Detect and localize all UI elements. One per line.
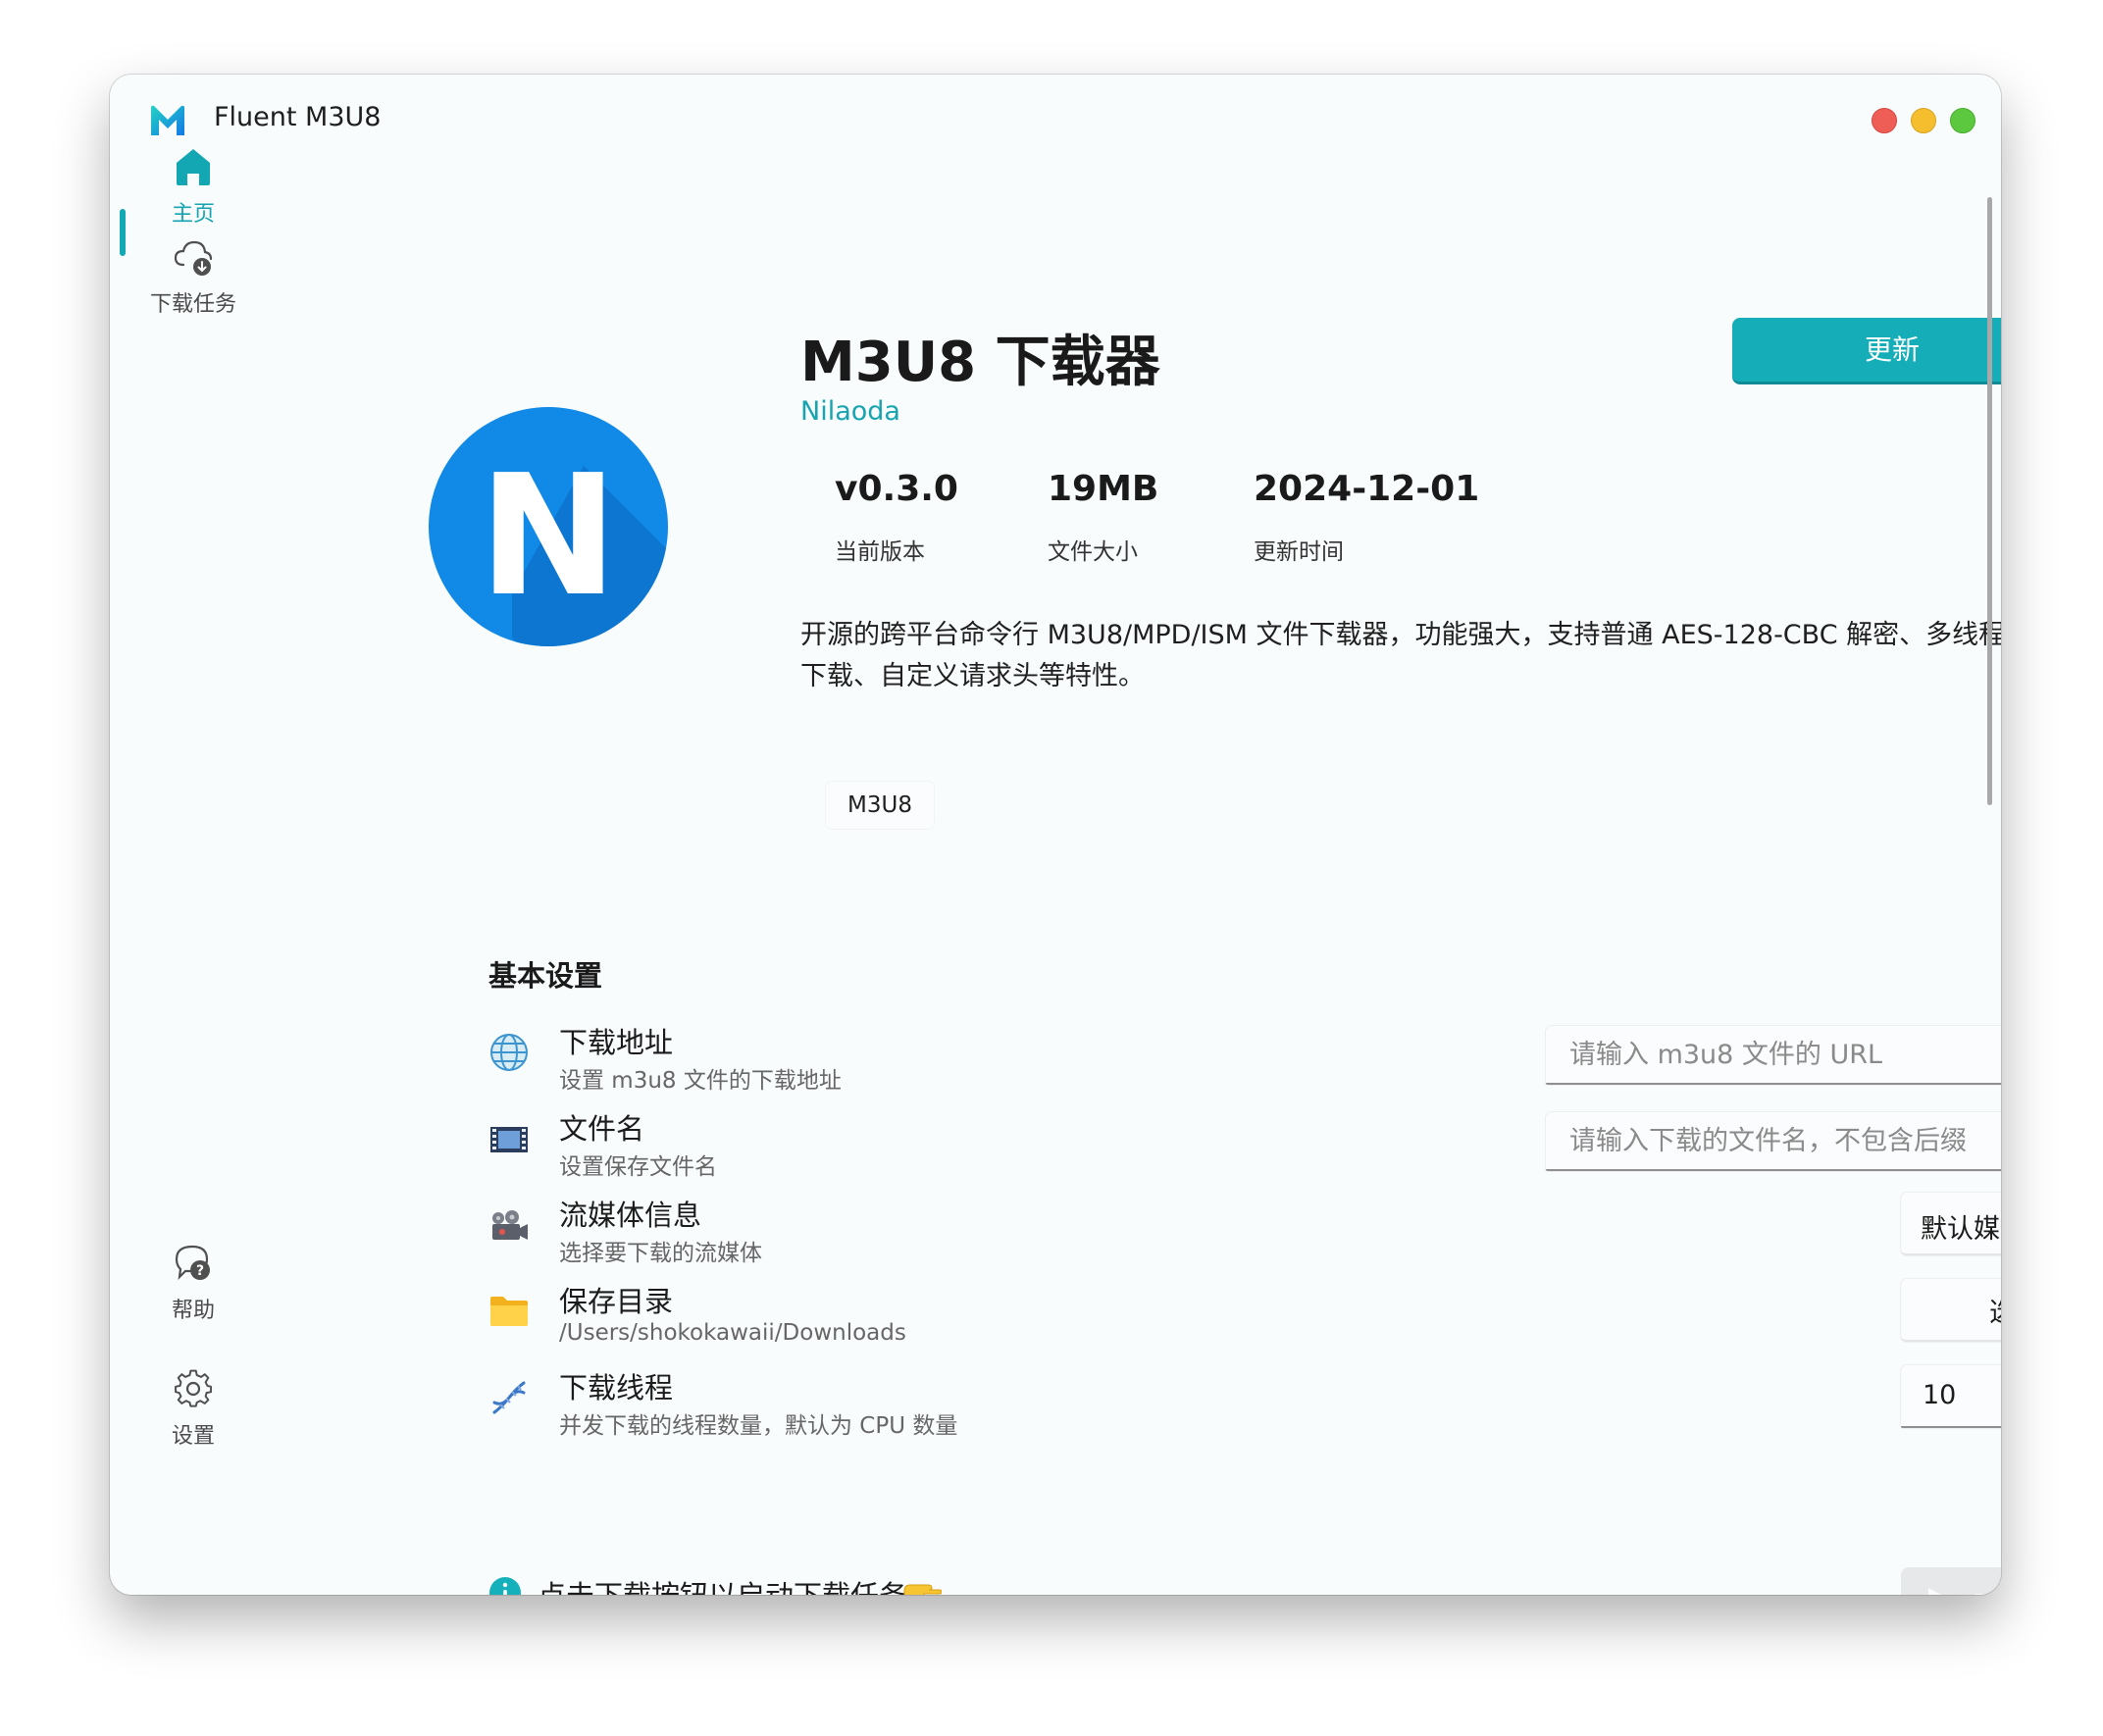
nav-active-indicator — [120, 209, 126, 256]
info-icon — [489, 1577, 521, 1595]
stat-value: 19MB — [1048, 469, 1159, 509]
setting-title: 下载地址 — [559, 1026, 674, 1059]
setting-download-url: 下载地址 设置 m3u8 文件的下载地址 — [488, 1020, 2001, 1108]
stat-value: v0.3.0 — [835, 469, 958, 509]
gear-icon — [175, 1369, 213, 1407]
download-button-label: 下载 — [1974, 1584, 2001, 1595]
stat-updated: 2024-12-01 更新时间 — [1254, 469, 1479, 566]
avatar-letter: N — [479, 439, 618, 634]
app-logo-icon — [151, 105, 184, 135]
choose-folder-button[interactable]: 选择 — [1901, 1279, 2001, 1342]
minimize-button[interactable] — [1911, 108, 1936, 133]
thread-count-value: 10 — [1923, 1380, 1957, 1410]
sidebar-item-label: 主页 — [171, 202, 215, 227]
app-description: 开源的跨平台命令行 M3U8/MPD/ISM 文件下载器，功能强大，支持普通 A… — [800, 620, 2001, 691]
filename-input[interactable] — [1546, 1112, 2001, 1171]
tag-chip[interactable]: M3U8 — [826, 782, 934, 829]
stat-size: 19MB 文件大小 — [1048, 469, 1158, 566]
setting-save-directory: 保存目录 /Users/shokokawaii/Downloads 选择 — [488, 1279, 2001, 1367]
sidebar-item-downloads[interactable]: 下载任务 — [129, 235, 257, 318]
setting-stream-info: 流媒体信息 选择要下载的流媒体 默认媒体 — [488, 1193, 2001, 1281]
setting-subtitle: 设置 m3u8 文件的下载地址 — [559, 1068, 842, 1094]
setting-threads: 下载线程 并发下载的线程数量，默认为 CPU 数量 10 — [488, 1365, 2001, 1454]
setting-subtitle: 设置保存文件名 — [559, 1154, 717, 1180]
pointing-hand-icon — [903, 1584, 942, 1595]
sidebar-item-help[interactable]: ? 帮助 — [129, 1242, 257, 1324]
dna-icon — [492, 1381, 526, 1414]
stat-value: 2024-12-01 — [1254, 469, 1480, 509]
stat-caption: 当前版本 — [835, 539, 925, 565]
sidebar-item-settings[interactable]: 设置 — [129, 1367, 257, 1450]
help-icon: ? — [175, 1245, 210, 1281]
stat-caption: 文件大小 — [1048, 539, 1138, 565]
setting-filename: 文件名 设置保存文件名 — [488, 1106, 2001, 1195]
author-link[interactable]: Nilaoda — [800, 396, 900, 427]
close-button[interactable] — [1872, 108, 1897, 133]
main-content: N M3U8 下载器 Nilaoda 更新 v0.3.0 当前版本 19MB 文… — [294, 169, 2001, 1595]
info-message: 点击下载按钮以启动下载任务 — [538, 1573, 907, 1595]
sidebar-item-label: 设置 — [171, 1424, 215, 1449]
stat-caption: 更新时间 — [1254, 539, 1344, 565]
setting-title: 下载线程 — [559, 1371, 674, 1404]
sidebar-item-label: 帮助 — [171, 1299, 215, 1323]
setting-title: 保存目录 — [559, 1285, 674, 1318]
app-avatar: N — [429, 407, 668, 646]
setting-title: 流媒体信息 — [559, 1199, 702, 1232]
thread-count-stepper[interactable]: 10 — [1901, 1365, 2001, 1428]
setting-subtitle: 并发下载的线程数量，默认为 CPU 数量 — [559, 1413, 958, 1439]
download-button[interactable]: 下载 — [1901, 1567, 2001, 1595]
video-camera-icon — [492, 1210, 528, 1240]
update-button[interactable]: 更新 — [1732, 318, 2001, 384]
stream-select-value: 默认媒体 — [1921, 1214, 2001, 1245]
section-title: 基本设置 — [488, 959, 603, 993]
globe-icon — [490, 1034, 528, 1071]
stat-version: v0.3.0 当前版本 — [835, 469, 958, 566]
title-bar: Fluent M3U8 — [110, 75, 2001, 169]
setting-subtitle: /Users/shokokawaii/Downloads — [559, 1320, 906, 1346]
url-input[interactable] — [1546, 1026, 2001, 1085]
maximize-button[interactable] — [1950, 108, 1975, 133]
setting-subtitle: 选择要下载的流媒体 — [559, 1241, 762, 1266]
sidebar-item-label: 下载任务 — [149, 292, 236, 317]
film-icon — [490, 1127, 528, 1152]
setting-title: 文件名 — [559, 1112, 645, 1146]
app-name: M3U8 下载器 — [800, 331, 1160, 394]
scrollbar[interactable] — [1987, 197, 1992, 805]
play-icon — [1928, 1588, 1941, 1595]
stream-select[interactable]: 默认媒体 — [1901, 1193, 2001, 1255]
cloud-download-icon — [174, 240, 213, 276]
sidebar-item-home[interactable]: 主页 — [129, 145, 257, 228]
folder-icon — [490, 1297, 528, 1326]
window-title: Fluent M3U8 — [214, 102, 382, 132]
home-icon — [177, 149, 210, 185]
app-window: Fluent M3U8 主页 下载任务 ? 帮助 设置 N M3U8 下载器 N… — [110, 75, 2001, 1595]
svg-text:?: ? — [196, 1263, 204, 1279]
